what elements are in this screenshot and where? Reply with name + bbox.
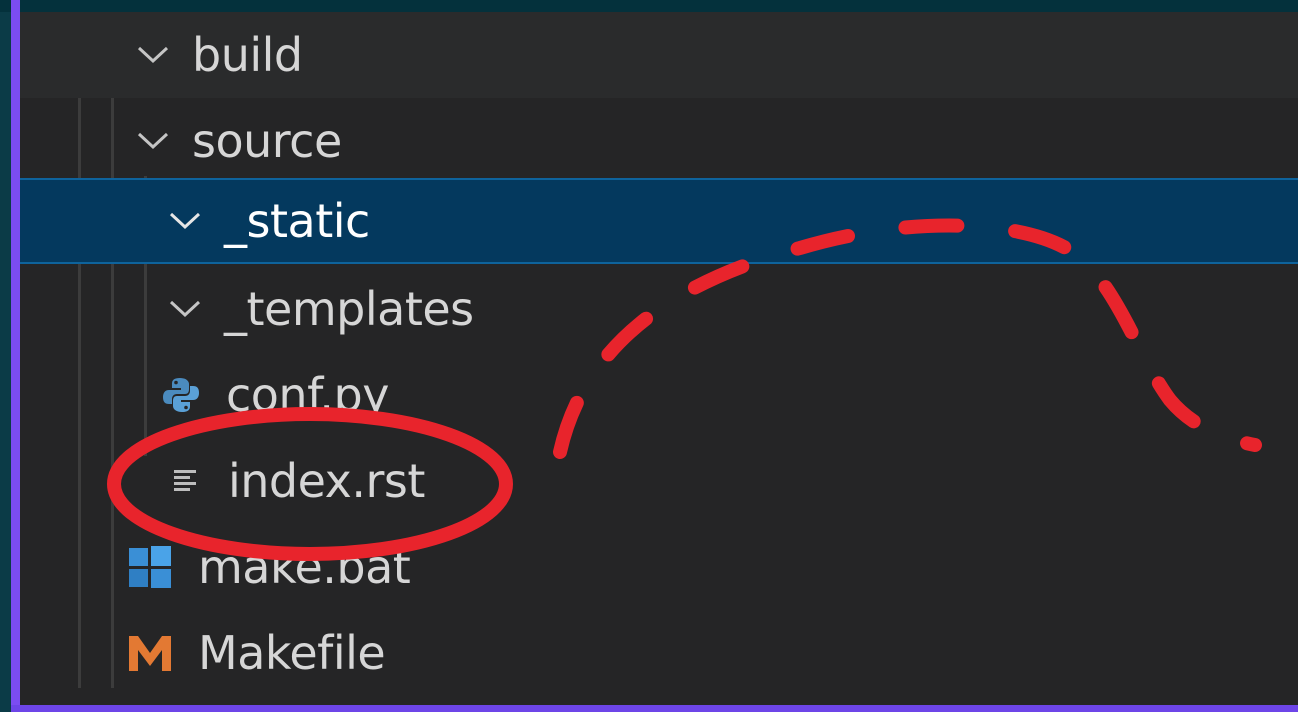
tree-item-source[interactable]: source (20, 98, 1298, 184)
python-file-icon (158, 372, 204, 418)
tree-item-label: conf.py (226, 368, 389, 422)
windows-batch-icon (124, 541, 176, 593)
tree-item-static[interactable]: _static (20, 178, 1298, 264)
chevron-down-icon[interactable] (128, 30, 178, 80)
makefile-icon (124, 627, 176, 679)
tree-item-label: _templates (224, 282, 474, 336)
chevron-down-icon[interactable] (128, 116, 178, 166)
tree-item-makefile[interactable]: Makefile (20, 610, 1298, 696)
tree-item-index-rst[interactable]: index.rst (20, 438, 1298, 524)
active-border-left (11, 0, 20, 712)
tree-item-label: source (192, 114, 342, 168)
tree-item-label: _static (224, 194, 370, 248)
tree-item-conf-py[interactable]: conf.py (20, 352, 1298, 438)
tree-item-label: make.bat (198, 540, 411, 594)
file-explorer-tree: build source _static _templates conf.py … (20, 12, 1298, 705)
chevron-down-icon[interactable] (160, 196, 210, 246)
restructuredtext-file-icon (166, 461, 206, 501)
tree-item-build[interactable]: build (20, 12, 1298, 98)
window-left-edge (0, 0, 11, 712)
chevron-down-icon[interactable] (160, 284, 210, 334)
active-border-bottom (11, 705, 1298, 712)
tree-item-label: index.rst (228, 454, 425, 508)
tree-item-label: build (192, 28, 303, 82)
tree-item-make-bat[interactable]: make.bat (20, 524, 1298, 610)
window-top-edge (0, 0, 1298, 12)
tree-item-label: Makefile (198, 626, 386, 680)
tree-item-templates[interactable]: _templates (20, 266, 1298, 352)
